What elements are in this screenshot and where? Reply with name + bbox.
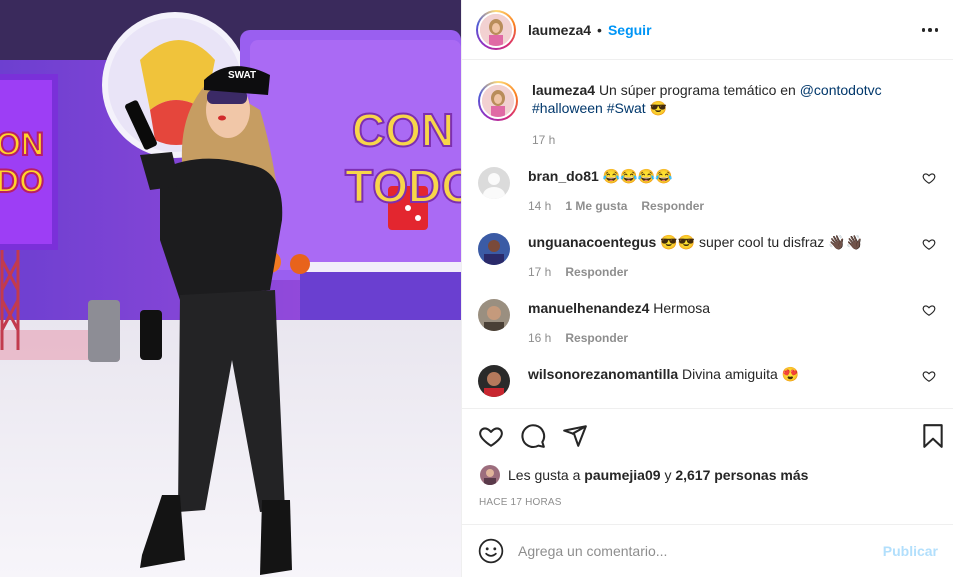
comment-time[interactable]: 17 h xyxy=(528,265,551,279)
comment-bubble-icon[interactable] xyxy=(520,423,546,449)
commenter-avatar[interactable] xyxy=(478,233,510,265)
follow-button[interactable]: Seguir xyxy=(608,22,652,38)
author-avatar-image xyxy=(480,13,512,46)
post-header: laumeza4 • Seguir xyxy=(462,0,953,60)
caption-avatar-image xyxy=(482,85,514,117)
commenter-avatar-image xyxy=(478,299,510,331)
comments-list[interactable]: laumeza4 Un súper programa temático en @… xyxy=(462,61,953,408)
caption-meta: 17 h xyxy=(532,133,938,147)
comment-reply-button[interactable]: Responder xyxy=(565,331,628,345)
caption-emoji: 😎 xyxy=(649,100,667,116)
comment-text: Hermosa xyxy=(653,300,711,316)
publish-button[interactable]: Publicar xyxy=(883,543,938,559)
comment-username[interactable]: wilsonorezanomantilla xyxy=(528,366,678,382)
comment-item: unguanacoentegus 😎😎 super cool tu disfra… xyxy=(478,233,938,279)
sign-text-con: CON xyxy=(352,104,454,156)
caption-text: laumeza4 Un súper programa temático en @… xyxy=(532,81,882,121)
post-caption: laumeza4 Un súper programa temático en @… xyxy=(478,61,938,121)
separator-dot: • xyxy=(597,21,602,38)
comment-text: 😎😎 super cool tu disfraz 👋🏿👋🏿 xyxy=(660,234,864,250)
commenter-avatar-image xyxy=(478,365,510,397)
comment-item: bran_do81 😂😂😂😂 14 h 1 Me gusta Responder xyxy=(478,167,938,213)
add-comment-bar: Publicar xyxy=(462,524,953,577)
hashtag-halloween-link[interactable]: #halloween xyxy=(532,100,603,116)
post-side-panel: laumeza4 • Seguir laumeza4 Un súper prog… xyxy=(461,0,953,577)
more-options-icon[interactable] xyxy=(918,20,942,40)
post-actions: Les gusta a paumejia09 y 2,617 personas … xyxy=(462,408,953,524)
caption-mention-link[interactable]: @contodotvc xyxy=(800,82,882,98)
comment-like-heart-icon[interactable] xyxy=(922,171,936,185)
liker-username[interactable]: paumejia09 xyxy=(584,467,660,483)
default-avatar-icon xyxy=(478,167,510,199)
commenter-avatar[interactable] xyxy=(478,365,510,397)
hashtag-swat-link[interactable]: #Swat xyxy=(607,100,646,116)
comment-time[interactable]: 16 h xyxy=(528,331,551,345)
comment-item: wilsonorezanomantilla Divina amiguita 😍 xyxy=(478,365,938,397)
comment-like-heart-icon[interactable] xyxy=(922,303,936,317)
post-photo-illustration: SWAT CON TODO ON DO xyxy=(0,0,461,577)
commenter-avatar-image xyxy=(478,233,510,265)
liker-avatar-image xyxy=(480,465,500,485)
share-send-icon[interactable] xyxy=(562,423,588,449)
author-avatar[interactable] xyxy=(476,9,516,50)
author-username[interactable]: laumeza4 xyxy=(528,22,591,38)
sign-text-todo: TODO xyxy=(345,160,461,212)
comment-text: 😂😂😂😂 xyxy=(602,168,673,184)
comment-like-heart-icon[interactable] xyxy=(922,369,936,383)
comment-likes-count[interactable]: 1 Me gusta xyxy=(565,199,627,213)
post-photo[interactable]: SWAT CON TODO ON DO xyxy=(0,0,461,577)
likes-prefix: Les gusta a xyxy=(508,467,581,483)
comment-input[interactable] xyxy=(518,543,883,559)
likes-and: y xyxy=(664,467,672,483)
comment-reply-button[interactable]: Responder xyxy=(565,265,628,279)
likes-count[interactable]: 2,617 personas más xyxy=(675,467,808,483)
comment-username[interactable]: bran_do81 xyxy=(528,168,599,184)
caption-username[interactable]: laumeza4 xyxy=(532,82,595,98)
comment-item: manuelhenandez4 Hermosa 16 h Responder xyxy=(478,299,938,345)
post-time-ago[interactable]: HACE 17 HORAS xyxy=(479,497,562,508)
comment-time[interactable]: 14 h xyxy=(528,199,551,213)
comment-like-heart-icon[interactable] xyxy=(922,237,936,251)
comment-username[interactable]: unguanacoentegus xyxy=(528,234,656,250)
cap-text: SWAT xyxy=(228,70,256,81)
left-sign-text-2: DO xyxy=(0,163,44,199)
save-bookmark-icon[interactable] xyxy=(920,423,946,449)
commenter-avatar[interactable] xyxy=(478,299,510,331)
comment-reply-button[interactable]: Responder xyxy=(641,199,704,213)
caption-author-avatar[interactable] xyxy=(478,81,518,121)
liker-avatar[interactable] xyxy=(480,465,500,485)
caption-body: Un súper programa temático en xyxy=(598,82,796,98)
comment-text: Divina amiguita 😍 xyxy=(682,366,800,382)
comment-username[interactable]: manuelhenandez4 xyxy=(528,300,649,316)
commenter-avatar[interactable] xyxy=(478,167,510,199)
likes-summary[interactable]: Les gusta a paumejia09 y 2,617 personas … xyxy=(480,465,808,485)
like-heart-icon[interactable] xyxy=(478,423,504,449)
left-sign-text-1: ON xyxy=(0,126,44,162)
caption-timestamp[interactable]: 17 h xyxy=(532,133,555,147)
emoji-smiley-icon[interactable] xyxy=(478,538,504,564)
